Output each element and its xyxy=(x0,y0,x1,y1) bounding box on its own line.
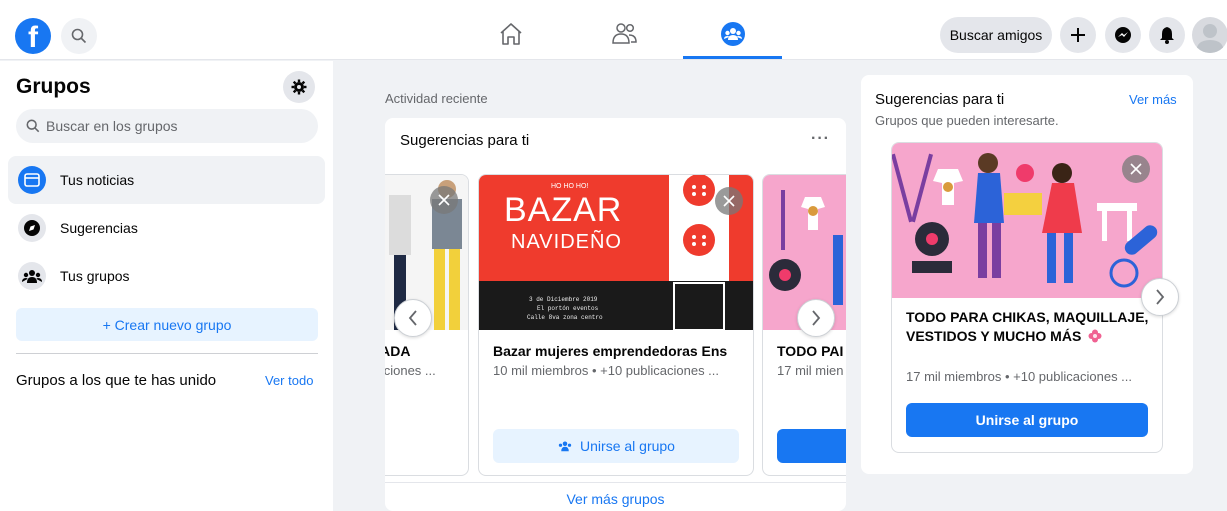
suggestions-title: Sugerencias para ti xyxy=(400,132,530,149)
dismiss-button[interactable] xyxy=(1122,155,1150,183)
sidebar-item-label: Tus noticias xyxy=(60,172,135,188)
nav-home[interactable] xyxy=(491,17,531,51)
poster-address: Calle 8va zona centro xyxy=(527,314,603,321)
friends-icon xyxy=(612,23,637,44)
join-group-button[interactable] xyxy=(777,429,846,463)
groups-carousel: NADA caciones ... HO HO HO! BAZAR xyxy=(385,174,846,478)
carousel-next-button[interactable] xyxy=(1141,278,1179,316)
sidebar-item-label: Tus grupos xyxy=(60,268,130,284)
group-name: Bazar mujeres emprendedoras Ens xyxy=(493,343,728,359)
groups-icon xyxy=(721,22,745,46)
nav-groups[interactable] xyxy=(713,17,753,51)
sidebar-item-tus-noticias[interactable]: Tus noticias xyxy=(8,156,325,204)
see-all-link[interactable]: Ver todo xyxy=(265,373,313,388)
sidebar-item-label: Sugerencias xyxy=(60,220,138,236)
nav-friends[interactable] xyxy=(604,17,644,51)
recent-activity-heading: Actividad reciente xyxy=(385,91,488,106)
suggestions-card: Sugerencias para ti ··· NADA caciones ..… xyxy=(385,118,846,511)
compass-icon xyxy=(18,214,46,242)
poster-title-line2: NAVIDEÑO xyxy=(511,231,622,253)
suggested-group-card[interactable]: TODO PARA CHIKAS, MAQUILLAJE, VESTIDOS Y… xyxy=(891,142,1163,453)
top-navigation-bar: f Buscar amigos xyxy=(0,0,1227,60)
poster-top-text: HO HO HO! xyxy=(551,183,589,190)
see-more-groups-link[interactable]: Ver más grupos xyxy=(385,491,846,507)
groups-icon xyxy=(558,441,572,452)
sidebar-divider xyxy=(16,353,318,354)
create-group-button[interactable]: + Crear nuevo grupo xyxy=(16,308,318,341)
carousel-next-button[interactable] xyxy=(797,299,835,337)
right-suggestions-panel: Sugerencias para ti Grupos que pueden in… xyxy=(861,75,1193,474)
messenger-icon xyxy=(1115,27,1131,43)
group-name: TODO PAI xyxy=(777,343,844,359)
groups-icon xyxy=(18,262,46,290)
group-name: NADA xyxy=(385,343,411,359)
chevron-right-icon xyxy=(1156,289,1165,305)
facebook-logo[interactable]: f xyxy=(15,18,51,54)
search-icon xyxy=(71,28,87,44)
home-icon xyxy=(500,23,522,45)
join-group-button[interactable]: Unirse al grupo xyxy=(906,403,1148,437)
poster-title-line1: BAZAR xyxy=(504,191,623,229)
bell-icon xyxy=(1160,27,1174,44)
card-divider xyxy=(385,482,846,483)
sidebar-item-sugerencias[interactable]: Sugerencias xyxy=(8,204,325,252)
right-panel-subtitle: Grupos que pueden interesarte. xyxy=(875,113,1059,128)
flower-icon xyxy=(1088,329,1102,343)
close-icon xyxy=(723,195,735,207)
poster-date: 3 de Diciembre 2019 xyxy=(529,296,598,303)
dismiss-button[interactable] xyxy=(430,186,458,214)
close-icon xyxy=(1130,163,1142,175)
search-icon xyxy=(26,119,40,133)
close-icon xyxy=(438,194,450,206)
dismiss-button[interactable] xyxy=(715,187,743,215)
group-name-text: TODO PARA CHIKAS, MAQUILLAJE, VESTIDOS Y… xyxy=(906,309,1149,344)
groups-search-input[interactable]: Buscar en los grupos xyxy=(16,109,318,143)
more-options-button[interactable]: ··· xyxy=(811,130,830,148)
group-meta: caciones ... xyxy=(385,363,436,378)
right-panel-title: Sugerencias para ti xyxy=(875,91,1005,108)
feed-icon xyxy=(18,166,46,194)
facebook-logo-letter: f xyxy=(28,21,38,54)
join-label: Unirse al grupo xyxy=(580,438,675,454)
groups-sidebar: Grupos Buscar en los grupos Tus noticias… xyxy=(0,61,333,511)
search-button[interactable] xyxy=(61,18,97,54)
notifications-button[interactable] xyxy=(1149,17,1185,53)
carousel-prev-button[interactable] xyxy=(394,299,432,337)
chevron-left-icon xyxy=(408,310,417,326)
messenger-button[interactable] xyxy=(1105,17,1141,53)
group-name: TODO PARA CHIKAS, MAQUILLAJE, VESTIDOS Y… xyxy=(906,308,1156,346)
group-meta: 17 mil miembros • +10 publicaciones ... xyxy=(906,369,1133,384)
settings-button[interactable] xyxy=(283,71,315,103)
group-meta: 17 mil mien xyxy=(777,363,844,378)
joined-groups-heading: Grupos a los que te has unido xyxy=(16,372,217,389)
group-card[interactable]: HO HO HO! BAZAR NAVIDEÑO 3 de Diciembre … xyxy=(478,174,754,476)
find-friends-button[interactable]: Buscar amigos xyxy=(940,17,1052,53)
sidebar-item-tus-grupos[interactable]: Tus grupos xyxy=(8,252,325,300)
active-tab-indicator xyxy=(683,56,782,59)
join-group-button[interactable]: Unirse al grupo xyxy=(493,429,739,463)
sidebar-title: Grupos xyxy=(16,75,91,98)
see-more-link[interactable]: Ver más xyxy=(1129,92,1177,107)
group-cover-image: HO HO HO! BAZAR NAVIDEÑO 3 de Diciembre … xyxy=(479,175,753,330)
profile-avatar[interactable] xyxy=(1192,17,1227,53)
chevron-right-icon xyxy=(812,310,821,326)
plus-icon xyxy=(1071,28,1085,42)
group-meta: 10 mil miembros • +10 publicaciones ... xyxy=(493,363,720,378)
gear-icon xyxy=(291,79,307,95)
poster-venue: El portón eventos xyxy=(537,305,599,312)
search-placeholder: Buscar en los grupos xyxy=(46,118,178,134)
avatar-icon xyxy=(1196,24,1224,53)
create-button[interactable] xyxy=(1060,17,1096,53)
